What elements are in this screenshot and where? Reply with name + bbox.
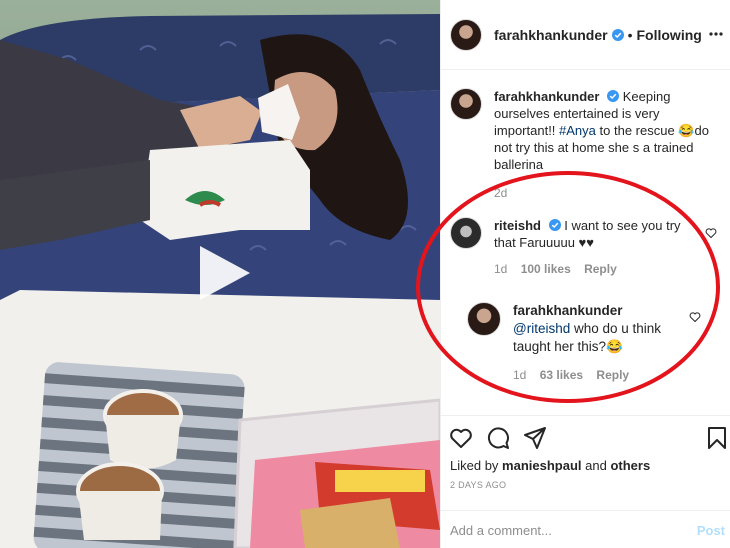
avatar[interactable] (450, 18, 482, 51)
bookmark-icon[interactable] (705, 426, 729, 450)
reply-like-heart-icon[interactable] (689, 311, 701, 323)
author-username[interactable]: farahkhankunder (494, 27, 608, 43)
liked-by-user[interactable]: manieshpaul (502, 458, 581, 473)
heart-icon[interactable] (449, 426, 473, 450)
avatar[interactable] (450, 217, 482, 249)
post-header: farahkhankunder • Following (441, 0, 730, 70)
verified-badge-icon (548, 219, 561, 231)
reply-likes[interactable]: 63 likes (540, 368, 583, 382)
reply-button[interactable]: Reply (584, 262, 617, 276)
play-button[interactable] (196, 242, 254, 304)
post-comment-button[interactable]: Post (697, 523, 725, 538)
following-button[interactable]: Following (637, 27, 702, 43)
comment-item: riteishd I want to see you try that Faru… (450, 217, 720, 278)
post-timestamp: 2 DAYS AGO (450, 480, 507, 490)
liked-by-joiner: and (581, 458, 611, 473)
reply-author[interactable]: farahkhankunder (513, 303, 623, 318)
reply-age: 1d (513, 368, 527, 382)
comments-list[interactable]: farahkhankunder Keeping ourselves entert… (441, 71, 730, 401)
caption-age: 2d (494, 186, 508, 200)
comment-likes[interactable]: 100 likes (521, 262, 571, 276)
verified-badge-icon (607, 90, 620, 102)
comment-age: 1d (494, 262, 508, 276)
separator: • (627, 26, 633, 43)
post-video[interactable] (0, 0, 440, 548)
more-options-icon[interactable] (709, 27, 723, 41)
post-side-panel: farahkhankunder • Following farahkhankun… (440, 0, 730, 548)
caption: farahkhankunder Keeping ourselves entert… (450, 88, 720, 202)
add-comment-bar: Post (441, 510, 730, 548)
reply-button[interactable]: Reply (596, 368, 629, 382)
comment-author[interactable]: riteishd (494, 218, 541, 233)
liked-by-summary: Liked by manieshpaul and others (450, 458, 650, 473)
play-icon (200, 246, 250, 300)
reply-item: farahkhankunder @riteishd who do u think… (467, 302, 717, 384)
liked-by-others[interactable]: others (610, 458, 650, 473)
avatar[interactable] (450, 88, 482, 120)
post-actions: Liked by manieshpaul and others 2 DAYS A… (441, 415, 730, 548)
avatar[interactable] (467, 302, 501, 336)
mention-link[interactable]: @riteishd (513, 321, 570, 336)
comment-bubble-icon[interactable] (486, 426, 510, 450)
hashtag-link[interactable]: #Anya (559, 123, 596, 138)
comment-like-heart-icon[interactable] (705, 227, 717, 239)
comment-input[interactable] (450, 522, 680, 538)
liked-by-prefix: Liked by (450, 458, 503, 473)
verified-badge-icon (611, 28, 624, 41)
paper-plane-icon[interactable] (523, 426, 547, 450)
caption-author[interactable]: farahkhankunder (494, 89, 599, 104)
